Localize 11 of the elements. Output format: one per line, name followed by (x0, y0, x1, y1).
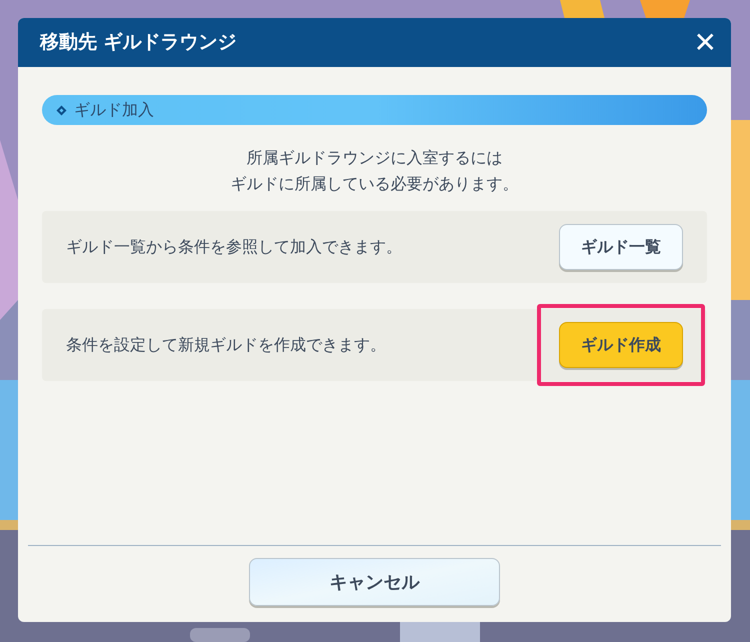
window-title: 移動先 ギルドラウンジ (40, 30, 237, 56)
message-text: 所属ギルドラウンジに入室するには (246, 147, 502, 169)
option-button[interactable]: ギルド作成 (559, 322, 683, 368)
message-text: ギルドに所属している必要があります。 (230, 173, 518, 195)
diamond-icon (56, 104, 67, 116)
section-title: ギルド加入 (74, 99, 154, 121)
cancel-button[interactable]: キャンセル (249, 558, 500, 606)
option-button[interactable]: ギルド一覧 (559, 224, 683, 270)
option-description: 条件を設定して新規ギルドを作成できます。 (66, 334, 386, 356)
option-description: ギルド一覧から条件を参照して加入できます。 (66, 236, 402, 258)
close-button[interactable]: ✕ (694, 28, 717, 56)
